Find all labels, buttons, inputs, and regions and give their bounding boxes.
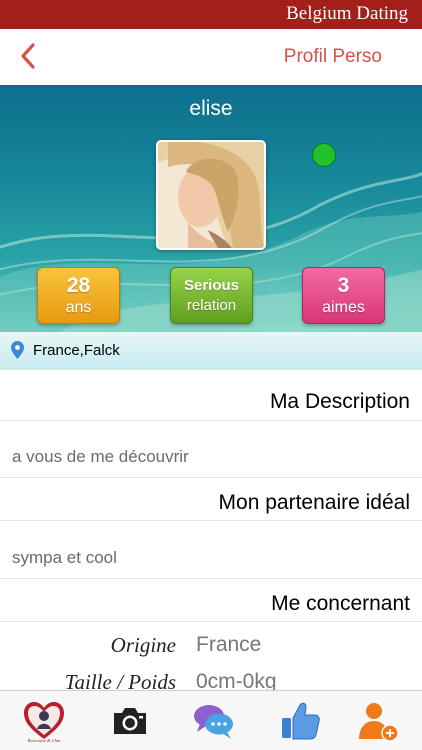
about-heading: Me concernant xyxy=(271,592,410,615)
origin-value: France xyxy=(196,633,262,656)
relation-line2: relation xyxy=(186,297,237,314)
navigation-bar: Profil Perso xyxy=(0,29,422,85)
description-heading: Ma Description xyxy=(269,390,410,413)
profile-username: elise xyxy=(189,97,233,120)
relation-line1: Serious xyxy=(183,277,240,294)
divider xyxy=(0,520,422,521)
divider xyxy=(0,621,422,622)
profile-photo[interactable] xyxy=(156,140,266,250)
back-chevron-icon[interactable] xyxy=(16,41,46,71)
divider xyxy=(0,477,422,478)
location-text: France,Falck xyxy=(33,342,120,359)
heart-logo-text: Rencontre & Chat xyxy=(27,738,62,743)
description-text: a vous de me découvrir xyxy=(12,447,189,466)
likes-unit: aimes xyxy=(322,299,365,316)
camera-icon[interactable] xyxy=(108,699,152,743)
divider xyxy=(0,578,422,579)
add-user-icon[interactable] xyxy=(356,699,400,743)
divider xyxy=(0,420,422,421)
divider xyxy=(0,369,422,370)
bottom-tab-bar: Rencontre & Chat xyxy=(0,690,422,750)
relation-badge: Serious relation xyxy=(170,267,253,324)
likes-badge[interactable]: 3 aimes xyxy=(302,267,385,324)
app-brand-title: Belgium Dating xyxy=(286,3,408,24)
heart-logo-icon[interactable]: Rencontre & Chat xyxy=(22,699,66,743)
location-bar: France,Falck xyxy=(0,332,422,369)
age-unit: ans xyxy=(65,299,92,316)
age-value: 28 xyxy=(66,274,91,297)
online-status-indicator xyxy=(312,143,336,167)
age-badge: 28 ans xyxy=(37,267,120,324)
profile-header: elise 28 ans Serious relation 3 aimes xyxy=(0,85,422,332)
partner-text: sympa et cool xyxy=(12,548,117,567)
likes-value: 3 xyxy=(337,274,350,297)
profile-photo-image xyxy=(158,142,264,248)
origin-label: Origine xyxy=(110,633,176,657)
location-pin-icon xyxy=(11,341,24,359)
chat-bubbles-icon[interactable] xyxy=(192,699,236,743)
page-title: Profil Perso xyxy=(283,46,382,67)
partner-heading: Mon partenaire idéal xyxy=(218,491,410,514)
thumbs-up-icon[interactable] xyxy=(278,699,322,743)
app-header-bar: Belgium Dating xyxy=(0,0,422,29)
